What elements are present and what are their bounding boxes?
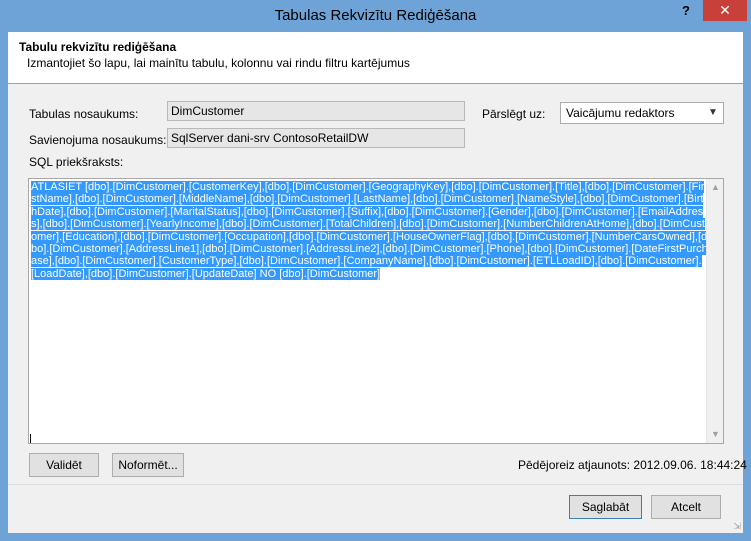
sql-label: SQL priekšraksts:: [29, 155, 124, 169]
sql-editor[interactable]: ATLASIET [dbo].[DimCustomer].[CustomerKe…: [28, 178, 724, 444]
help-button[interactable]: ?: [670, 0, 702, 22]
dialog-window: Tabulas Rekvizītu Rediģēšana ? ✕ Tabulu …: [0, 0, 751, 541]
save-button[interactable]: Saglabāt: [569, 495, 642, 519]
format-button[interactable]: Noformēt...: [112, 453, 184, 477]
text-caret: [30, 434, 31, 443]
header-panel: Tabulu rekvizītu rediģēšana Izmantojiet …: [8, 32, 743, 84]
cancel-button[interactable]: Atcelt: [651, 495, 721, 519]
vertical-scrollbar[interactable]: ▲ ▼: [706, 179, 723, 443]
scroll-up-icon[interactable]: ▲: [707, 179, 724, 196]
connection-name-field[interactable]: SqlServer dani-srv ContosoRetailDW: [167, 128, 465, 148]
validate-button[interactable]: Validēt: [29, 453, 99, 477]
window-title: Tabulas Rekvizītu Rediģēšana: [274, 7, 477, 24]
close-button[interactable]: ✕: [703, 0, 747, 21]
scroll-down-icon[interactable]: ▼: [707, 426, 724, 443]
divider: [8, 484, 743, 485]
header-description: Izmantojiet šo lapu, lai mainītu tabulu,…: [27, 56, 410, 70]
switch-label: Pārslēgt uz:: [482, 107, 546, 121]
header-title: Tabulu rekvizītu rediģēšana: [19, 40, 177, 54]
sql-text: ATLASIET [dbo].[DimCustomer].[CustomerKe…: [31, 181, 708, 280]
connection-name-label: Savienojuma nosaukums:: [29, 133, 167, 147]
table-name-label: Tabulas nosaukums:: [29, 107, 139, 121]
title-bar[interactable]: Tabulas Rekvizītu Rediģēšana ? ✕: [0, 0, 751, 32]
last-updated-text: Pēdējoreiz atjaunots: 2012.09.06. 18:44:…: [518, 458, 747, 472]
chevron-down-icon: ▼: [708, 107, 718, 118]
switch-dropdown[interactable]: Vaicājumu redaktors ▼: [560, 102, 724, 124]
sql-selection: ATLASIET [dbo].[DimCustomer].[CustomerKe…: [31, 181, 708, 280]
resize-grip-icon[interactable]: ⇲: [731, 521, 741, 531]
table-name-field[interactable]: DimCustomer: [167, 101, 465, 121]
dialog-body: Tabulu rekvizītu rediģēšana Izmantojiet …: [8, 32, 747, 533]
switch-dropdown-value: Vaicājumu redaktors: [566, 106, 675, 120]
